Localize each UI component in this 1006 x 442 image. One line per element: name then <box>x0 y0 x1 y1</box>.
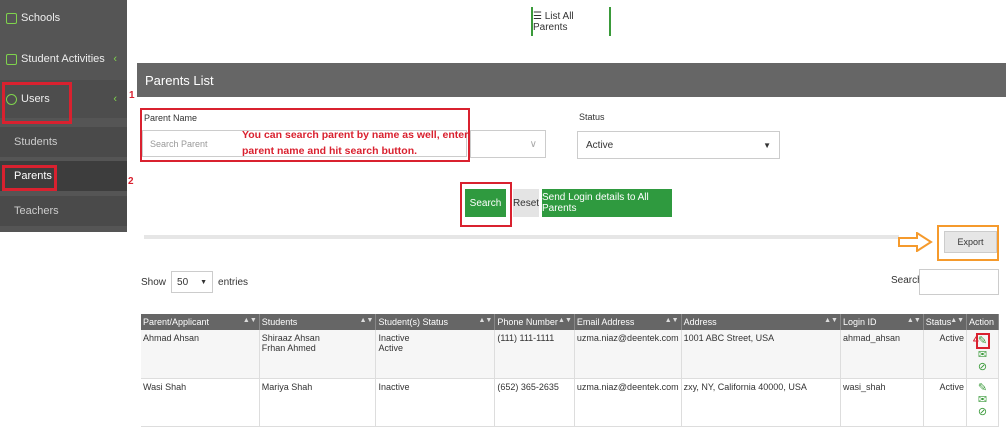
status-select[interactable]: Active ▼ <box>577 131 780 159</box>
col-students[interactable]: Students ▲▼ <box>259 314 377 330</box>
cell-address: 1001 ABC Street, USA <box>681 330 841 379</box>
col-student-status[interactable]: Student(s) Status ▲▼ <box>375 314 496 330</box>
cell-email: uzma.niaz@deentek.com <box>574 330 682 379</box>
activities-icon <box>6 53 17 65</box>
annotation-box-parents <box>2 165 57 191</box>
partial-select[interactable]: ∨ <box>470 130 546 158</box>
panel-title: Parents List <box>137 63 1006 97</box>
cell-parent: Wasi Shah <box>141 378 260 427</box>
cell-status: Active <box>923 378 968 427</box>
cell-email: uzma.niaz@deentek.com <box>574 378 682 427</box>
annotation-box-export <box>937 225 999 261</box>
cell-login: wasi_shah <box>840 378 924 427</box>
cell-student-status: Inactive Active <box>375 330 496 379</box>
cell-address: zxy, NY, California 40000, USA <box>681 378 841 427</box>
cell-action: ✎ ✉ ⊘ <box>966 378 999 427</box>
col-email[interactable]: Email Address ▲▼ <box>574 314 682 330</box>
sidebar-item-students[interactable]: Students <box>0 127 127 157</box>
annotation-number-1: 1 <box>129 90 135 101</box>
cell-action: ✎ ✉ ⊘ <box>966 330 999 379</box>
length-control: Show 50 ▼ entries <box>141 271 248 293</box>
sidebar-item-teachers[interactable]: Teachers <box>0 196 127 226</box>
chevron-down-icon: ▼ <box>763 140 771 150</box>
table-header-row: Parent/Applicant ▲▼ Students ▲▼ Student(s)… <box>141 314 999 330</box>
mail-icon[interactable]: ✉ <box>969 349 996 361</box>
list-all-parents-tab[interactable]: ☰ List All Parents <box>531 7 611 36</box>
cell-status: Active <box>923 330 968 379</box>
sidebar-item-student-activities[interactable]: Student Activities ‹ <box>0 49 127 69</box>
arrow-right-icon <box>898 232 933 252</box>
col-parent[interactable]: Parent/Applicant ▲▼ <box>141 314 260 330</box>
table-row: Ahmad Ahsan Shiraaz Ahsan Frhan Ahmed Ina… <box>141 330 999 379</box>
table-row: Wasi Shah Mariya Shah Inactive (652) 365… <box>141 378 999 427</box>
parents-table: Parent/Applicant ▲▼ Students ▲▼ Student(s)… <box>141 314 999 427</box>
annotation-box-users <box>2 82 72 124</box>
col-status[interactable]: Status ▲▼ <box>923 314 968 330</box>
chevron-left-icon: ‹ <box>113 53 117 65</box>
annotation-number-4: 4 <box>973 335 979 346</box>
table-search-input[interactable] <box>919 269 999 295</box>
cell-students: Shiraaz Ahsan Frhan Ahmed <box>259 330 377 379</box>
col-login[interactable]: Login ID ▲▼ <box>840 314 924 330</box>
entries-select[interactable]: 50 ▼ <box>171 271 214 293</box>
col-action: Action <box>966 314 999 330</box>
edit-icon[interactable]: ✎ <box>969 382 996 394</box>
col-address[interactable]: Address ▲▼ <box>681 314 841 330</box>
reset-button[interactable]: Reset <box>513 189 539 217</box>
sidebar-item-schools[interactable]: Schools <box>0 8 127 28</box>
status-label: Status <box>579 112 605 122</box>
col-phone[interactable]: Phone Number ▲▼ <box>494 314 575 330</box>
chevron-left-icon: ‹ <box>113 93 117 105</box>
mail-icon[interactable]: ✉ <box>969 394 996 406</box>
annotation-box-search-button <box>460 182 512 227</box>
cell-student-status: Inactive <box>375 378 496 427</box>
disable-icon[interactable]: ⊘ <box>969 361 996 373</box>
cell-parent: Ahmad Ahsan <box>141 330 260 379</box>
annotation-hint: You can search parent by name as well, e… <box>242 129 469 157</box>
cell-phone: (652) 365-2635 <box>494 378 575 427</box>
divider <box>144 235 899 239</box>
annotation-number-2: 2 <box>128 176 134 187</box>
cell-phone: (111) 111-1111 <box>494 330 575 379</box>
disable-icon[interactable]: ⊘ <box>969 406 996 418</box>
cell-login: ahmad_ahsan <box>840 330 924 379</box>
send-login-button[interactable]: Send Login details to All Parents <box>542 189 672 217</box>
cell-students: Mariya Shah <box>259 378 377 427</box>
school-icon <box>6 12 17 24</box>
